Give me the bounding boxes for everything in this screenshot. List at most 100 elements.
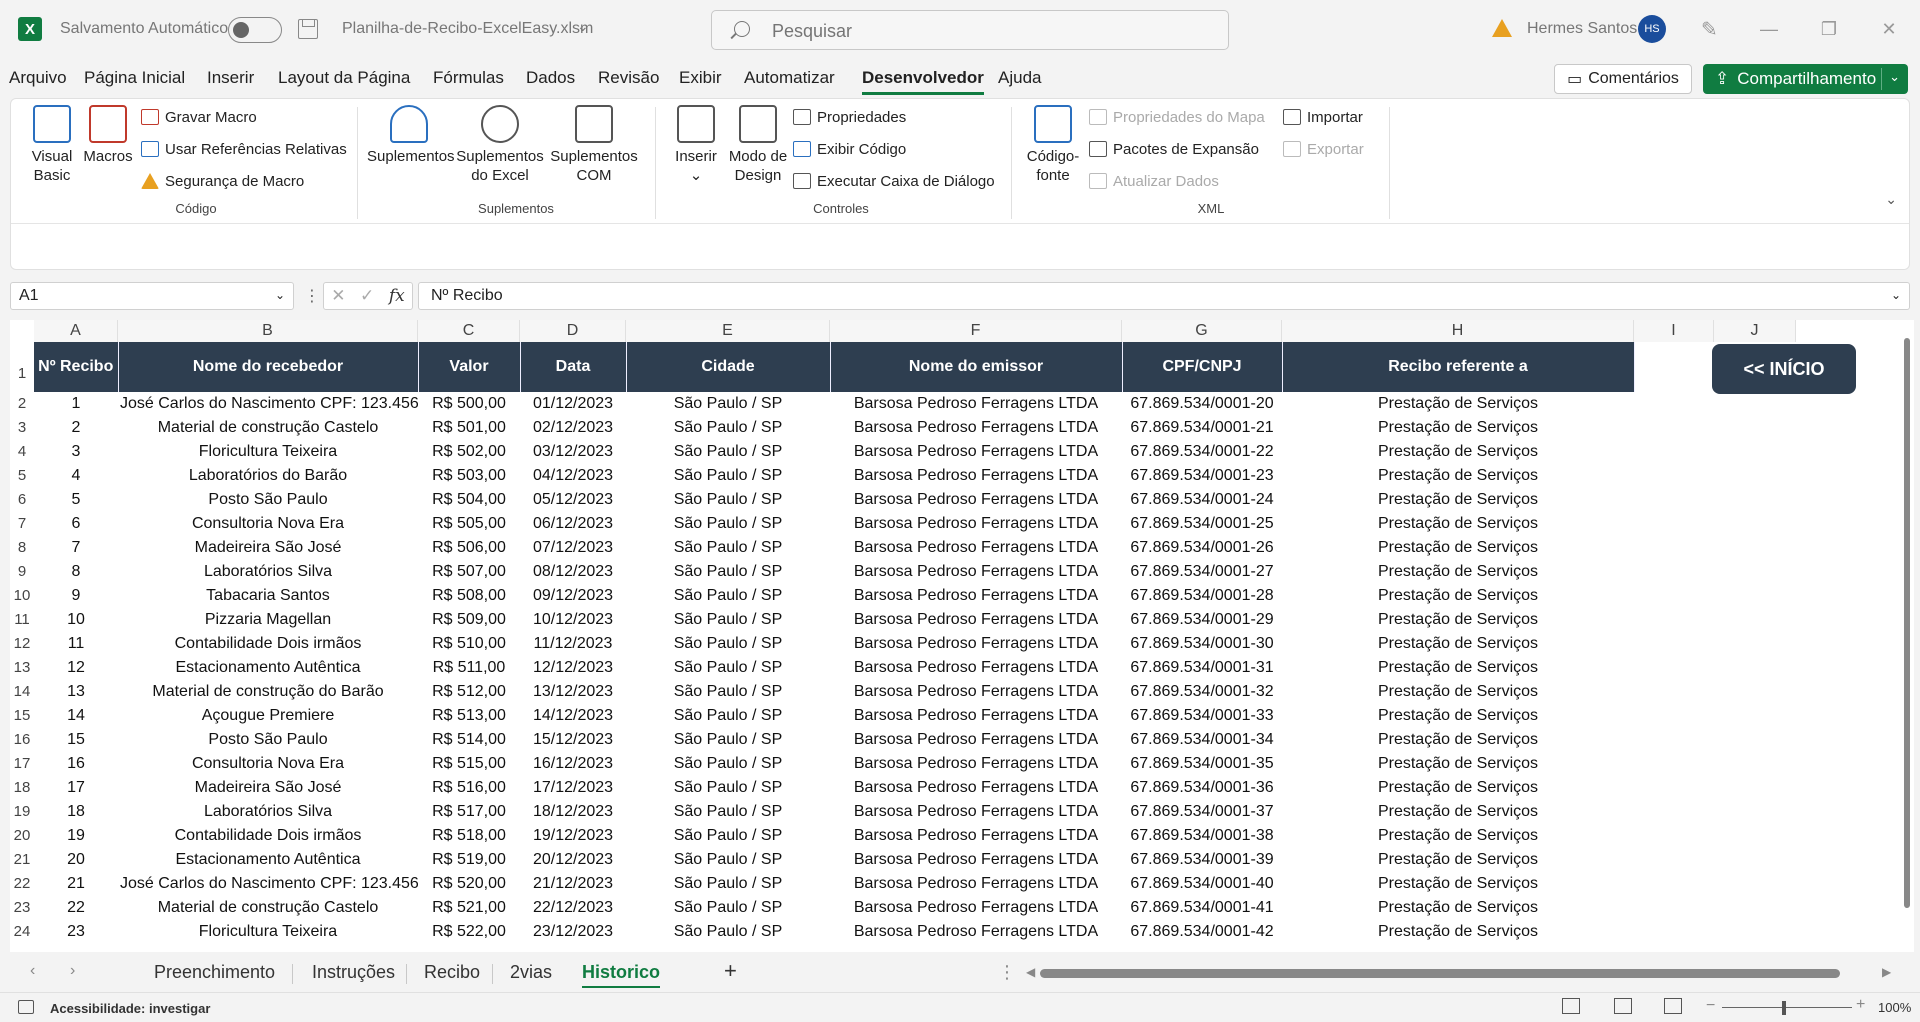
table-cell[interactable]: 02/12/2023 bbox=[520, 416, 626, 440]
table-cell[interactable]: 67.869.534/0001-27 bbox=[1122, 560, 1282, 584]
table-cell[interactable]: São Paulo / SP bbox=[626, 896, 830, 920]
table-cell[interactable]: Laboratórios Silva bbox=[118, 560, 418, 584]
tab-exibir[interactable]: Exibir bbox=[679, 68, 722, 88]
table-cell[interactable]: Barsosa Pedroso Ferragens LTDA bbox=[830, 560, 1122, 584]
table-cell[interactable]: 67.869.534/0001-23 bbox=[1122, 464, 1282, 488]
table-cell[interactable]: 21/12/2023 bbox=[520, 872, 626, 896]
scrollbar-thumb[interactable] bbox=[1904, 338, 1910, 908]
table-cell[interactable]: 17/12/2023 bbox=[520, 776, 626, 800]
tab-layout[interactable]: Layout da Página bbox=[278, 68, 410, 88]
table-cell[interactable]: Barsosa Pedroso Ferragens LTDA bbox=[830, 704, 1122, 728]
table-cell[interactable]: 18/12/2023 bbox=[520, 800, 626, 824]
row-header[interactable]: 14 bbox=[10, 680, 34, 704]
sheet-tab-2vias[interactable]: 2vias bbox=[510, 962, 552, 983]
row-header[interactable]: 9 bbox=[10, 560, 34, 584]
table-cell[interactable]: Laboratórios do Barão bbox=[118, 464, 418, 488]
table-header-cell[interactable]: Nº Recibo bbox=[34, 342, 119, 392]
table-cell[interactable]: Barsosa Pedroso Ferragens LTDA bbox=[830, 440, 1122, 464]
table-cell[interactable]: Prestação de Serviços bbox=[1282, 824, 1634, 848]
table-cell[interactable]: Prestação de Serviços bbox=[1282, 464, 1634, 488]
column-header[interactable]: G bbox=[1122, 320, 1282, 342]
table-cell[interactable]: Madeireira São José bbox=[118, 536, 418, 560]
table-cell[interactable]: Laboratórios Silva bbox=[118, 800, 418, 824]
tab-dados[interactable]: Dados bbox=[526, 68, 575, 88]
table-cell[interactable]: R$ 504,00 bbox=[418, 488, 520, 512]
check-icon[interactable]: ✓ bbox=[360, 286, 374, 306]
tab-arquivo[interactable]: Arquivo bbox=[9, 68, 67, 88]
page-layout-view-icon[interactable] bbox=[1614, 998, 1632, 1014]
seguranca-macro-button[interactable]: Segurança de Macro bbox=[141, 170, 304, 192]
table-cell[interactable]: 67.869.534/0001-21 bbox=[1122, 416, 1282, 440]
table-cell[interactable]: 67.869.534/0001-32 bbox=[1122, 680, 1282, 704]
table-cell[interactable]: 14/12/2023 bbox=[520, 704, 626, 728]
table-cell[interactable]: 67.869.534/0001-28 bbox=[1122, 584, 1282, 608]
visual-basic-button[interactable]: Visual Basic bbox=[25, 105, 79, 185]
table-cell[interactable]: 08/12/2023 bbox=[520, 560, 626, 584]
table-cell[interactable]: São Paulo / SP bbox=[626, 488, 830, 512]
row-header[interactable]: 22 bbox=[10, 872, 34, 896]
collapse-ribbon-icon[interactable]: ⌄ bbox=[1885, 191, 1897, 208]
chevron-right-icon[interactable]: › bbox=[70, 962, 75, 980]
atualizar-dados-button[interactable]: Atualizar Dados bbox=[1089, 170, 1219, 192]
table-cell[interactable]: Tabacaria Santos bbox=[118, 584, 418, 608]
row-header[interactable]: 11 bbox=[10, 608, 34, 632]
inserir-control-button[interactable]: Inserir ⌄ bbox=[667, 105, 725, 185]
table-cell[interactable]: Prestação de Serviços bbox=[1282, 416, 1634, 440]
table-cell[interactable]: Prestação de Serviços bbox=[1282, 776, 1634, 800]
table-cell[interactable]: Barsosa Pedroso Ferragens LTDA bbox=[830, 872, 1122, 896]
data-table[interactable]: Nº Recibo Nome do recebedor Valor Data Cidad… bbox=[34, 342, 1635, 944]
table-cell[interactable]: 10/12/2023 bbox=[520, 608, 626, 632]
table-cell[interactable]: Barsosa Pedroso Ferragens LTDA bbox=[830, 416, 1122, 440]
table-cell[interactable]: Barsosa Pedroso Ferragens LTDA bbox=[830, 920, 1122, 944]
table-cell[interactable]: Barsosa Pedroso Ferragens LTDA bbox=[830, 776, 1122, 800]
table-cell[interactable]: São Paulo / SP bbox=[626, 680, 830, 704]
table-cell[interactable]: 1 bbox=[34, 392, 118, 416]
table-cell[interactable]: Prestação de Serviços bbox=[1282, 872, 1634, 896]
tab-pagina-inicial[interactable]: Página Inicial bbox=[84, 68, 185, 88]
more-icon[interactable]: ⋮ bbox=[998, 962, 1016, 983]
table-cell[interactable]: Barsosa Pedroso Ferragens LTDA bbox=[830, 848, 1122, 872]
table-cell[interactable]: R$ 509,00 bbox=[418, 608, 520, 632]
modo-design-button[interactable]: Modo de Design bbox=[723, 105, 793, 185]
column-header[interactable]: F bbox=[830, 320, 1122, 342]
table-cell[interactable]: São Paulo / SP bbox=[626, 608, 830, 632]
chevron-left-icon[interactable]: ‹ bbox=[30, 962, 35, 980]
table-cell[interactable]: Prestação de Serviços bbox=[1282, 656, 1634, 680]
table-cell[interactable]: Prestação de Serviços bbox=[1282, 800, 1634, 824]
table-cell[interactable]: Prestação de Serviços bbox=[1282, 680, 1634, 704]
sheet-tab-preenchimento[interactable]: Preenchimento bbox=[154, 962, 275, 983]
table-cell[interactable]: 2 bbox=[34, 416, 118, 440]
column-header[interactable]: B bbox=[118, 320, 418, 342]
table-cell[interactable]: Prestação de Serviços bbox=[1282, 920, 1634, 944]
table-cell[interactable]: São Paulo / SP bbox=[626, 824, 830, 848]
column-header[interactable]: H bbox=[1282, 320, 1634, 342]
table-cell[interactable]: 17 bbox=[34, 776, 118, 800]
table-cell[interactable]: Material de construção do Barão bbox=[118, 680, 418, 704]
table-cell[interactable]: R$ 511,00 bbox=[418, 656, 520, 680]
share-button[interactable]: ⇪ Compartilhamento ⌄ bbox=[1703, 64, 1908, 94]
table-header-cell[interactable]: Nome do recebedor bbox=[118, 342, 419, 392]
table-cell[interactable]: R$ 518,00 bbox=[418, 824, 520, 848]
table-cell[interactable]: 20 bbox=[34, 848, 118, 872]
table-cell[interactable]: Posto São Paulo bbox=[118, 488, 418, 512]
table-cell[interactable]: 14 bbox=[34, 704, 118, 728]
table-cell[interactable]: R$ 521,00 bbox=[418, 896, 520, 920]
chevron-down-icon[interactable]: ⌄ bbox=[577, 18, 589, 35]
table-cell[interactable]: 07/12/2023 bbox=[520, 536, 626, 560]
table-cell[interactable]: 04/12/2023 bbox=[520, 464, 626, 488]
table-cell[interactable]: Posto São Paulo bbox=[118, 728, 418, 752]
table-cell[interactable]: Barsosa Pedroso Ferragens LTDA bbox=[830, 800, 1122, 824]
table-cell[interactable]: 23/12/2023 bbox=[520, 920, 626, 944]
table-cell[interactable]: Estacionamento Autêntica bbox=[118, 656, 418, 680]
table-cell[interactable]: 22 bbox=[34, 896, 118, 920]
table-cell[interactable]: 19 bbox=[34, 824, 118, 848]
tab-formulas[interactable]: Fórmulas bbox=[433, 68, 504, 88]
file-name[interactable]: Planilha-de-Recibo-ExcelEasy.xlsm bbox=[342, 20, 593, 38]
row-header[interactable]: 20 bbox=[10, 824, 34, 848]
table-cell[interactable]: 21 bbox=[34, 872, 118, 896]
table-cell[interactable]: São Paulo / SP bbox=[626, 920, 830, 944]
table-cell[interactable]: São Paulo / SP bbox=[626, 800, 830, 824]
table-cell[interactable]: 8 bbox=[34, 560, 118, 584]
table-cell[interactable]: 03/12/2023 bbox=[520, 440, 626, 464]
table-cell[interactable]: R$ 517,00 bbox=[418, 800, 520, 824]
